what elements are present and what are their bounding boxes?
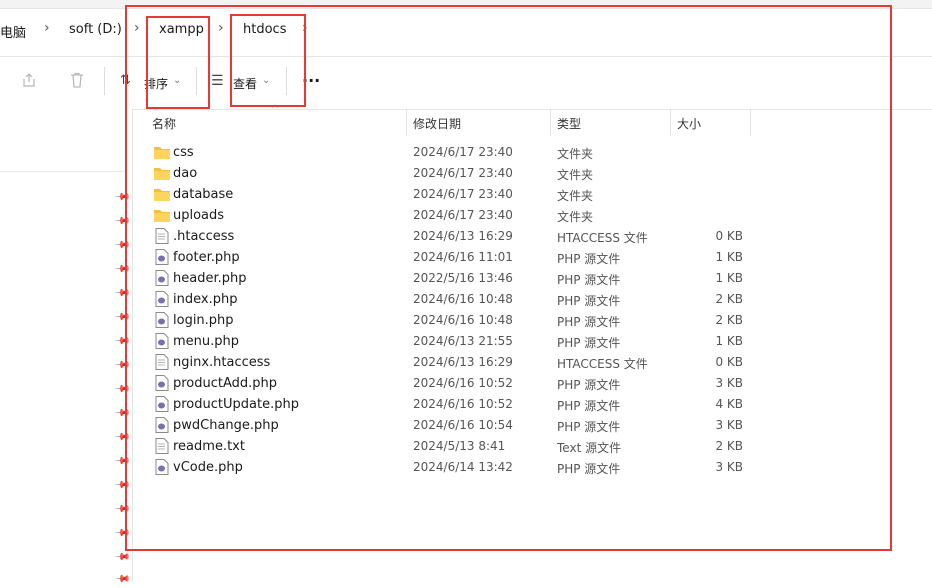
toolbar-divider xyxy=(104,67,105,95)
annotation-box-xampp xyxy=(146,16,210,109)
navigation-pane xyxy=(0,109,133,582)
breadcrumb-item-drive[interactable]: soft (D:) xyxy=(69,22,122,37)
breadcrumb-item-computer[interactable]: 电脑 xyxy=(0,22,26,41)
nav-divider xyxy=(0,171,124,172)
share-icon[interactable] xyxy=(20,71,38,93)
breadcrumb-chevron-icon[interactable]: › xyxy=(44,20,50,36)
delete-icon[interactable] xyxy=(68,71,86,93)
annotation-box-htdocs xyxy=(230,14,306,107)
